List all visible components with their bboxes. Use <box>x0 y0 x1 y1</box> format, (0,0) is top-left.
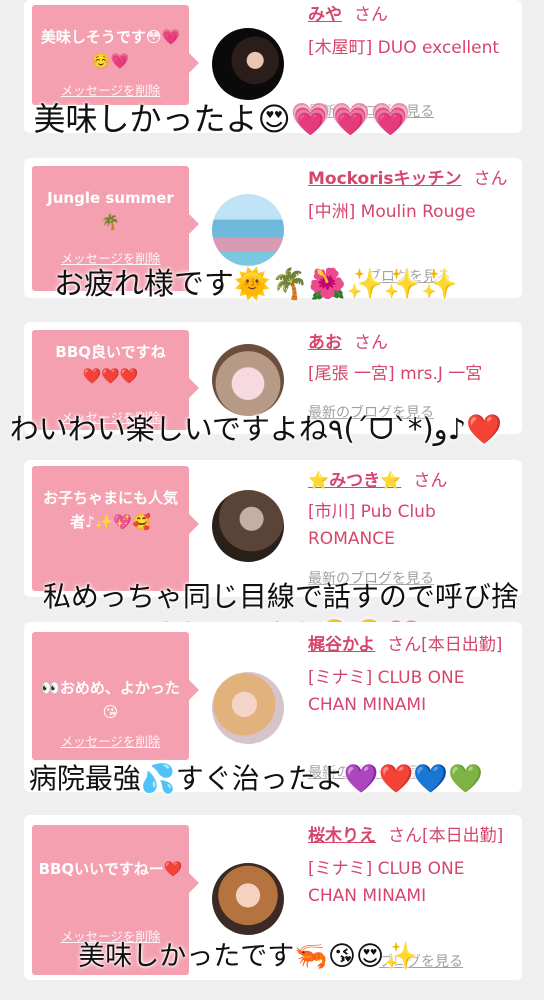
shop-name: [木屋町] DUO excellent <box>308 38 500 58</box>
user-name-link[interactable]: Mockorisキッチン <box>308 169 462 189</box>
user-name-link[interactable]: ⭐みつき⭐ <box>308 471 401 491</box>
user-name-link[interactable]: 桜木りえ <box>308 826 376 846</box>
honorific: さん <box>354 333 388 353</box>
user-info: あお さん [尾張 一宮] mrs.J 一宮 <box>308 330 514 388</box>
user-name-link[interactable]: あお <box>308 333 342 353</box>
overlay-caption: 病院最強💦すぐ治ったよ💜❤️💙💚 <box>28 762 484 795</box>
message-text: 👀おめめ、よかった😘 <box>41 679 180 721</box>
message-bubble: 美味しそうです😳💗☺️💗 メッセージを削除 <box>32 5 199 105</box>
avatar[interactable] <box>212 344 284 416</box>
shop-name: [中洲] Moulin Rouge <box>308 202 476 222</box>
delete-message-link[interactable]: メッセージを削除 <box>32 248 189 267</box>
honorific: さん <box>473 169 508 189</box>
shop-name: [尾張 一宮] mrs.J 一宮 <box>308 364 483 384</box>
user-name-link[interactable]: 梶谷かよ <box>308 635 375 655</box>
shop-name: [ミナミ] CLUB ONE CHAN MINAMI <box>308 859 465 906</box>
avatar[interactable] <box>212 863 284 935</box>
honorific: さん[本日出勤] <box>388 826 504 846</box>
message-text: お子ちゃまにも人気者♪✨💖🥰 <box>42 489 178 531</box>
user-info: みや さん [木屋町] DUO excellent <box>308 2 514 62</box>
delete-message-link[interactable]: メッセージを削除 <box>32 731 189 750</box>
message-text: BBQいいですねー❤️ <box>38 860 183 878</box>
overlay-caption: 美味しかったよ😍💗💗💗 <box>33 100 411 138</box>
user-info: 桜木りえ さん[本日出勤] [ミナミ] CLUB ONE CHAN MINAMI <box>308 823 514 910</box>
message-bubble: 👀おめめ、よかった😘 メッセージを削除 <box>32 632 199 760</box>
message-text: Jungle summer🌴 <box>47 189 174 231</box>
user-info: 梶谷かよ さん[本日出勤] [ミナミ] CLUB ONE CHAN MINAMI <box>308 632 514 719</box>
honorific: さん <box>413 471 448 491</box>
honorific: さん[本日出勤] <box>387 635 503 655</box>
message-text: BBQ良いですね❤️❤️❤️ <box>55 343 166 385</box>
user-info: Mockorisキッチン さん [中洲] Moulin Rouge <box>308 166 514 226</box>
avatar[interactable] <box>212 672 284 744</box>
overlay-caption: わいわい楽しいですよね٩(ˊᗜˋ*)و♪❤️ <box>9 412 503 446</box>
delete-message-link[interactable]: メッセージを削除 <box>32 80 189 99</box>
message-text: 美味しそうです😳💗☺️💗 <box>40 28 181 70</box>
overlay-caption: お疲れ様です🌞🌴🌺✨✨✨ <box>53 267 459 302</box>
avatar[interactable] <box>212 28 284 100</box>
shop-name: [ミナミ] CLUB ONE CHAN MINAMI <box>308 668 465 715</box>
honorific: さん <box>354 5 388 25</box>
user-name-link[interactable]: みや <box>308 5 342 25</box>
overlay-caption: 美味しかったです🦐😘😍✨ <box>78 941 418 972</box>
avatar[interactable] <box>212 194 284 266</box>
